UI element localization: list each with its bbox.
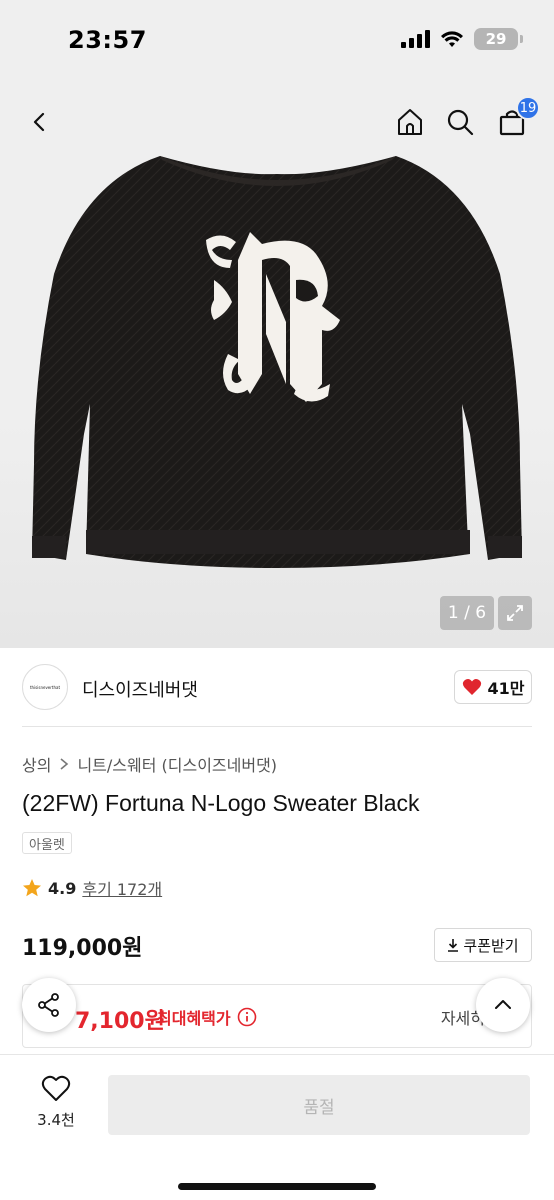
search-icon	[447, 109, 474, 136]
max-benefit-box[interactable]: 7,100원 최대혜택가 자세히	[22, 984, 532, 1048]
home-icon	[398, 109, 422, 135]
battery-icon: 29	[474, 28, 523, 50]
breadcrumb-category[interactable]: 상의	[22, 752, 51, 776]
share-button[interactable]	[22, 978, 76, 1032]
search-button[interactable]	[440, 102, 480, 142]
heart-filled-icon	[462, 679, 481, 695]
home-indicator	[178, 1183, 376, 1190]
wishlist-count: 3.4천	[37, 1111, 75, 1129]
outlet-tag: 아울렛	[22, 832, 72, 854]
rating-value: 4.9	[48, 878, 77, 898]
coupon-button[interactable]: 쿠폰받기	[434, 928, 532, 962]
chevron-right-icon	[60, 758, 69, 770]
brand-logo[interactable]: thisisneverthat	[22, 664, 68, 710]
wifi-icon	[441, 31, 463, 47]
breadcrumb: 상의 니트/스웨터 (디스이즈네버댓)	[22, 752, 277, 776]
status-icons: 29	[401, 28, 523, 50]
cellular-signal-icon	[401, 30, 430, 48]
cart-count-badge: 19	[516, 96, 540, 120]
divider	[22, 726, 532, 727]
heart-outline-icon	[41, 1075, 71, 1101]
download-icon	[448, 939, 459, 952]
status-time: 23:57	[68, 26, 147, 54]
brand-name[interactable]: 디스이즈네버댓	[82, 676, 198, 702]
max-benefit-label: 최대혜택가	[157, 1005, 257, 1029]
expand-icon	[507, 605, 523, 621]
product-price: 119,000원	[22, 936, 143, 961]
breadcrumb-subcategory[interactable]: 니트/스웨터 (디스이즈네버댓)	[77, 752, 277, 776]
brand-like-count: 41만	[487, 679, 525, 698]
share-icon	[38, 993, 59, 1017]
coupon-label: 쿠폰받기	[463, 936, 519, 955]
review-count-link[interactable]: 후기 172개	[82, 876, 162, 900]
max-benefit-price: 7,100원	[75, 1009, 165, 1034]
product-title: (22FW) Fortuna N-Logo Sweater Black	[22, 790, 420, 816]
wishlist-button[interactable]: 3.4천	[30, 1075, 82, 1130]
chevron-left-icon	[33, 112, 45, 132]
cart-button[interactable]: 19	[492, 96, 540, 142]
max-benefit-label-text: 최대혜택가	[157, 1009, 231, 1028]
image-counter: 1 / 6	[440, 596, 494, 630]
top-nav-bar: 19	[0, 84, 554, 158]
chevron-up-icon	[495, 1000, 511, 1009]
brand-logo-text: thisisneverthat	[29, 684, 61, 690]
brand-row: thisisneverthat 디스이즈네버댓 41만	[22, 664, 532, 712]
sold-out-button[interactable]: 품절	[108, 1075, 530, 1135]
star-icon	[23, 879, 41, 897]
product-image-gallery[interactable]	[0, 84, 554, 648]
rating-row: 4.9 후기 172개	[22, 876, 162, 900]
scroll-top-button[interactable]	[476, 978, 530, 1032]
product-image	[32, 156, 522, 568]
brand-like-button[interactable]: 41만	[454, 670, 532, 704]
info-icon[interactable]	[237, 1007, 257, 1027]
bottom-action-bar: 3.4천 품절	[0, 1054, 554, 1200]
home-button[interactable]	[390, 102, 430, 142]
back-button[interactable]	[20, 102, 60, 142]
status-bar: 23:57 29	[0, 0, 554, 84]
expand-image-button[interactable]	[498, 596, 532, 630]
